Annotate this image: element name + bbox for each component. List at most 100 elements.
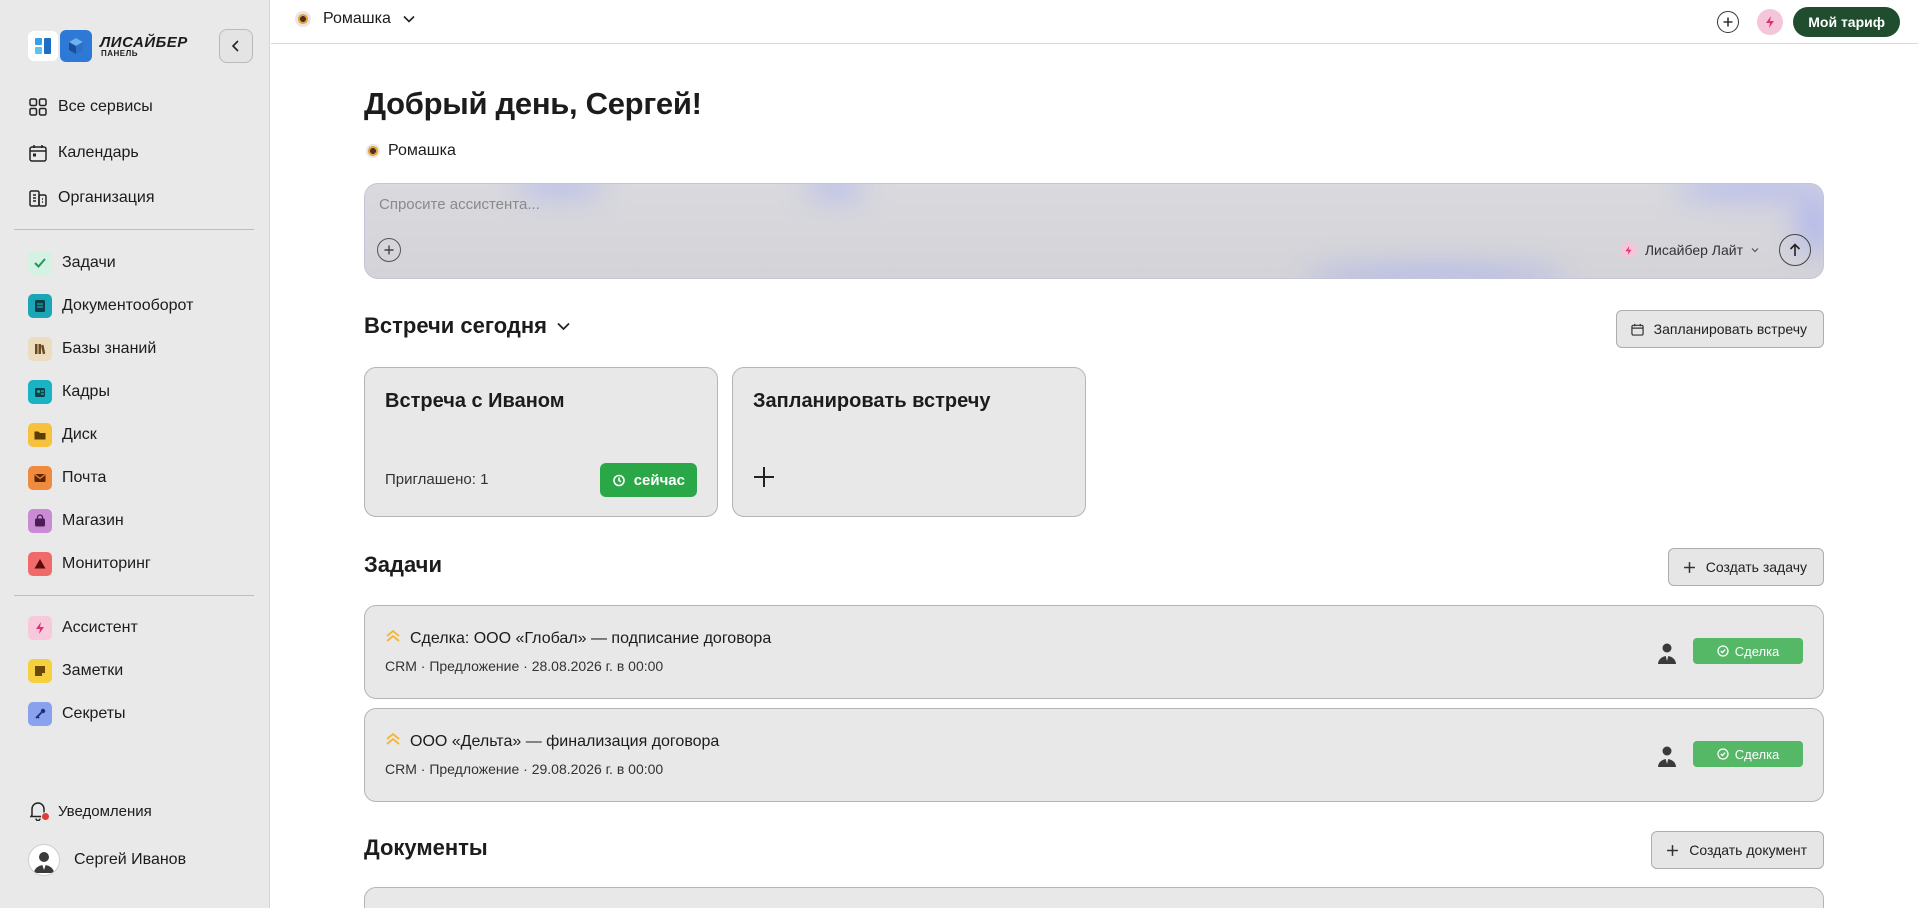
- attach-button[interactable]: [377, 238, 401, 262]
- schedule-meeting-button[interactable]: Запланировать встречу: [1615, 310, 1824, 348]
- task-row[interactable]: Сделка: ООО «Глобал» — подписание догово…: [364, 605, 1824, 699]
- sidebar-item-disk[interactable]: Диск: [28, 420, 97, 450]
- org-label: Ромашка: [366, 142, 456, 160]
- user-name: Сергей Иванов: [74, 851, 187, 868]
- plus-icon: [754, 467, 774, 487]
- meeting-card[interactable]: Встреча с Иваном Приглашено: 1 сейчас: [364, 367, 718, 517]
- document-card[interactable]: [364, 887, 1824, 908]
- tasks-title: Задачи: [364, 552, 442, 577]
- org-switcher[interactable]: Ромашка: [295, 10, 415, 28]
- check-icon: [28, 251, 52, 275]
- collapse-sidebar-button[interactable]: [219, 29, 253, 63]
- sidebar-item-label: Задачи: [62, 254, 116, 271]
- schedule-meeting-label: Запланировать встречу: [1653, 321, 1807, 337]
- folder-icon: [28, 423, 52, 447]
- schedule-card-title: Запланировать встречу: [753, 390, 991, 412]
- avatar: [28, 844, 60, 876]
- assignee-avatar: [1655, 743, 1679, 767]
- assistant-input[interactable]: [379, 196, 1179, 213]
- sidebar-item-label: Диск: [62, 426, 97, 443]
- task-row[interactable]: ООО «Дельта» — финализация договора CRM …: [364, 708, 1824, 802]
- sidebar-item-organization[interactable]: Организация: [28, 183, 155, 213]
- assistant-prompt-box: Лисайбер Лайт: [364, 183, 1824, 279]
- sidebar-item-label: Заметки: [62, 662, 124, 679]
- org-name: Ромашка: [388, 142, 456, 159]
- meeting-title: Встреча с Иваном: [385, 390, 565, 412]
- sidebar-item-label: Календарь: [58, 144, 139, 161]
- meeting-invited: Приглашено: 1: [385, 471, 489, 488]
- chevron-down-icon: [557, 322, 570, 330]
- create-task-button[interactable]: Создать задачу: [1667, 548, 1824, 586]
- books-icon: [28, 337, 52, 361]
- sidebar-item-label: Базы знаний: [62, 340, 157, 357]
- logo-subtitle: ПАНЕЛЬ: [101, 48, 139, 58]
- assistant-button[interactable]: [1757, 9, 1784, 35]
- plus-icon: [1683, 561, 1696, 574]
- check-circle-icon: [1717, 645, 1729, 657]
- divider: [14, 595, 254, 596]
- timer-icon: [612, 473, 626, 487]
- task-meta: CRM · Предложение · 29.08.2026 г. в 00:0…: [385, 761, 664, 777]
- sidebar-item-secrets[interactable]: Секреты: [28, 699, 126, 729]
- logo-mark-icon: [28, 31, 58, 61]
- chevron-down-icon: [1751, 248, 1759, 253]
- create-document-button[interactable]: Создать документ: [1651, 831, 1824, 869]
- join-now-button[interactable]: сейчас: [599, 463, 697, 497]
- check-circle-icon: [1717, 748, 1729, 760]
- sidebar-item-monitoring[interactable]: Мониторинг: [28, 549, 151, 579]
- sidebar-item-documents[interactable]: Документооборот: [28, 291, 193, 321]
- plus-icon: [1723, 17, 1733, 27]
- my-tariff-button[interactable]: Мой тариф: [1793, 7, 1900, 37]
- deal-badge-label: Сделка: [1734, 643, 1780, 659]
- plus-icon: [384, 245, 394, 255]
- sidebar-item-hr[interactable]: Кадры: [28, 377, 110, 407]
- task-title: Сделка: ООО «Глобал» — подписание догово…: [410, 630, 772, 647]
- meetings-title-label: Встречи сегодня: [364, 313, 548, 338]
- warning-icon: [28, 552, 52, 576]
- bag-icon: [28, 509, 52, 533]
- sidebar-item-label: Магазин: [62, 512, 124, 529]
- bell-icon: [28, 801, 50, 821]
- join-now-label: сейчас: [633, 471, 685, 489]
- sidebar-item-tasks[interactable]: Задачи: [28, 248, 116, 278]
- note-icon: [28, 659, 52, 683]
- sidebar-item-calendar[interactable]: Календарь: [28, 138, 139, 168]
- deal-badge-label: Сделка: [1734, 746, 1780, 762]
- sidebar-item-mail[interactable]: Почта: [28, 463, 106, 493]
- org-name: Ромашка: [323, 10, 391, 27]
- sidebar-item-notes[interactable]: Заметки: [28, 656, 123, 686]
- bolt-icon: [1766, 16, 1775, 28]
- deal-badge[interactable]: Сделка: [1693, 638, 1803, 664]
- mail-icon: [28, 466, 52, 490]
- page-title: Добрый день, Сергей!: [364, 86, 702, 121]
- model-selector[interactable]: Лисайбер Лайт: [1620, 242, 1759, 258]
- task-meta: CRM · Предложение · 28.08.2026 г. в 00:0…: [385, 658, 664, 674]
- priority-high-icon: [386, 732, 400, 745]
- user-profile[interactable]: Сергей Иванов: [28, 843, 186, 877]
- assignee-avatar: [1655, 640, 1679, 664]
- calendar-icon: [28, 143, 48, 163]
- add-button[interactable]: [1717, 11, 1740, 33]
- sidebar-item-knowledge[interactable]: Базы знаний: [28, 334, 156, 364]
- sidebar-item-assistant[interactable]: Ассистент: [28, 613, 138, 643]
- logo-title: ЛИСАЙБЕР: [100, 33, 188, 51]
- meetings-title[interactable]: Встречи сегодня: [364, 313, 570, 339]
- schedule-meeting-card[interactable]: Запланировать встречу: [732, 367, 1086, 517]
- sidebar: ЛИСАЙБЕР ПАНЕЛЬ Все сервисы Календарь Ор…: [0, 0, 270, 908]
- sidebar-item-label: Почта: [62, 469, 107, 486]
- sidebar-item-notifications[interactable]: Уведомления: [28, 796, 152, 826]
- model-name: Лисайбер Лайт: [1644, 242, 1743, 258]
- deal-badge[interactable]: Сделка: [1693, 741, 1803, 767]
- people-icon: [28, 380, 52, 404]
- send-button[interactable]: [1779, 234, 1811, 266]
- arrow-up-icon: [1789, 243, 1801, 256]
- documents-title: Документы: [364, 835, 488, 860]
- notification-dot: [41, 812, 50, 821]
- sidebar-item-all-services[interactable]: Все сервисы: [28, 92, 153, 122]
- sidebar-item-label: Документооборот: [62, 297, 194, 314]
- chevron-down-icon: [403, 15, 415, 23]
- logo[interactable]: ЛИСАЙБЕР ПАНЕЛЬ: [28, 30, 188, 62]
- cube-icon: [60, 30, 92, 62]
- glow-decoration: [515, 184, 605, 196]
- sidebar-item-shop[interactable]: Магазин: [28, 506, 124, 536]
